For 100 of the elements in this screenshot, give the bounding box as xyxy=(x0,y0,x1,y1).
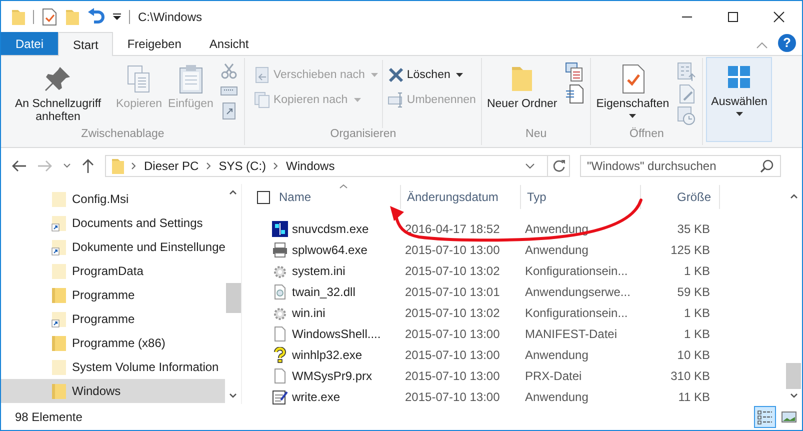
collapse-ribbon-icon[interactable] xyxy=(756,41,768,49)
breadcrumb[interactable]: Dieser PC xyxy=(144,159,199,173)
file-name[interactable]: write.exe xyxy=(292,390,340,404)
table-cell-text: 59 KB xyxy=(676,284,711,298)
nav-item[interactable]: ProgramData xyxy=(1,259,226,283)
table-cell-text: 2015-07-10 13:02 xyxy=(404,264,501,278)
ribbon-button[interactable]: Löschen xyxy=(388,65,476,84)
file-icon xyxy=(272,326,288,342)
file-name[interactable]: system.ini xyxy=(292,264,346,278)
scrollbar-thumb[interactable] xyxy=(226,283,241,313)
faded-folder-icon xyxy=(51,358,67,376)
table-cell-text: 35 KB xyxy=(676,222,711,236)
folder-icon xyxy=(51,382,67,400)
breadcrumb[interactable]: SYS (C:) xyxy=(218,159,266,173)
table-cell-text: Anwendung xyxy=(524,222,590,236)
sort-ascending-icon xyxy=(339,184,348,189)
chevron-icon xyxy=(206,162,212,170)
search-icon[interactable] xyxy=(760,159,774,173)
file-tab[interactable]: Datei xyxy=(1,32,58,55)
folder-icon xyxy=(51,286,67,304)
scroll-down-icon[interactable] xyxy=(229,393,238,398)
back-arrow-icon[interactable] xyxy=(11,159,27,173)
table-cell-text: 11 KB xyxy=(677,390,711,404)
nav-item[interactable]: Documents and Settings xyxy=(1,211,226,235)
nav-item[interactable]: Programme xyxy=(1,283,226,307)
ribbon-tab[interactable]: Freigeben xyxy=(113,32,196,55)
dropdown-caret-icon xyxy=(370,72,378,76)
table-cell-text: 2015-07-10 13:00 xyxy=(404,326,501,340)
table-cell-text: 2015-07-10 13:00 xyxy=(404,368,501,382)
scrollbar-thumb[interactable] xyxy=(786,363,801,389)
chevron-icon xyxy=(273,162,280,170)
refresh-icon xyxy=(552,159,566,173)
notepad-icon xyxy=(272,388,288,404)
group-label: Zwischenablage xyxy=(80,128,166,142)
ribbon-button[interactable]: Auswählen xyxy=(706,57,772,142)
nav-item[interactable]: Programme xyxy=(1,307,226,331)
recent-caret-icon[interactable] xyxy=(63,163,71,169)
table-cell-text: 10 KB xyxy=(676,348,711,362)
table-cell-text: 125 KB xyxy=(670,242,711,256)
undo-icon[interactable] xyxy=(87,8,105,26)
breadcrumb[interactable]: Windows xyxy=(286,159,335,173)
search-field[interactable]: "Windows" durchsuchen xyxy=(580,155,781,177)
new-item-icon[interactable] xyxy=(564,62,584,82)
file-name[interactable]: win.ini xyxy=(292,306,326,320)
table-cell-text: 2015-07-10 13:02 xyxy=(404,306,501,320)
column-header[interactable]: Änderungsdatum xyxy=(401,185,521,209)
group-label: Öffnen xyxy=(628,128,665,142)
address-bar[interactable]: Dieser PC SYS (C:) Windows xyxy=(105,155,570,177)
ribbon-button[interactable]: Eigenschaften xyxy=(594,60,672,128)
close-icon xyxy=(773,10,785,22)
scissors-icon[interactable] xyxy=(220,62,238,80)
folder-shortcut-icon xyxy=(51,214,67,232)
nav-item[interactable]: Windows xyxy=(1,379,226,403)
maximize-icon xyxy=(727,10,739,22)
ribbon-button[interactable]: Neuer Ordner xyxy=(484,60,560,128)
checkmark-document-icon[interactable] xyxy=(41,8,57,26)
nav-item[interactable]: Config.Msi xyxy=(1,187,226,211)
ribbon-button[interactable]: An Schnellzugriff anheften xyxy=(4,60,112,128)
file-name[interactable]: twain_32.dll xyxy=(292,284,356,298)
table-cell-text: 1 KB xyxy=(682,306,711,320)
column-header[interactable]: Größe xyxy=(641,185,720,209)
scroll-up-icon[interactable] xyxy=(790,194,798,199)
group-label: Organisieren xyxy=(329,128,398,142)
chevron-icon xyxy=(131,162,137,170)
help-button[interactable]: ? xyxy=(778,34,796,52)
nav-item[interactable]: System Volume Information xyxy=(1,355,226,379)
table-cell-text: 2015-07-10 13:00 xyxy=(404,348,501,362)
table-cell-text: Konfigurationsein... xyxy=(524,264,629,278)
table-cell-text: Anwendung xyxy=(524,348,590,362)
file-name[interactable]: WindowsShell.... xyxy=(292,326,381,340)
shortcut-icon[interactable] xyxy=(220,102,238,120)
table-cell-text: 1 KB xyxy=(682,264,711,278)
customize-caret-icon[interactable] xyxy=(112,12,122,20)
application-icon xyxy=(272,220,288,236)
window-title: C:\Windows xyxy=(138,10,202,24)
file-name[interactable]: splwow64.exe xyxy=(292,242,368,256)
file-name[interactable]: winhlp32.exe xyxy=(292,348,362,362)
document-icon[interactable] xyxy=(564,84,584,104)
up-arrow-icon[interactable] xyxy=(81,158,95,174)
group-label: Neu xyxy=(524,128,548,142)
history-caret-icon[interactable] xyxy=(525,163,535,169)
folder-icon xyxy=(51,334,67,352)
select-all-checkbox[interactable] xyxy=(257,190,270,204)
scroll-up-icon[interactable] xyxy=(229,190,238,195)
delete-icon xyxy=(388,66,404,82)
file-name[interactable]: snuvcdsm.exe xyxy=(292,222,369,236)
file-name[interactable]: WMSysPr9.prx xyxy=(292,368,372,382)
folder-shortcut-icon xyxy=(51,238,67,256)
ribbon-tab[interactable]: Ansicht xyxy=(195,32,263,55)
help-icon xyxy=(272,346,288,362)
ribbon-tab[interactable]: Start xyxy=(58,32,114,56)
nav-item[interactable]: Programme (x86) xyxy=(1,331,226,355)
nav-item[interactable]: Dokumente und Einstellunge xyxy=(1,235,226,259)
details-view-button[interactable] xyxy=(754,406,776,428)
faded-folder-icon xyxy=(51,262,67,280)
scroll-down-icon[interactable] xyxy=(790,393,798,398)
column-header[interactable]: Typ xyxy=(521,185,641,209)
details-view-icon xyxy=(757,409,773,425)
move-icon xyxy=(254,66,270,82)
table-cell-text: 310 KB xyxy=(670,368,711,382)
